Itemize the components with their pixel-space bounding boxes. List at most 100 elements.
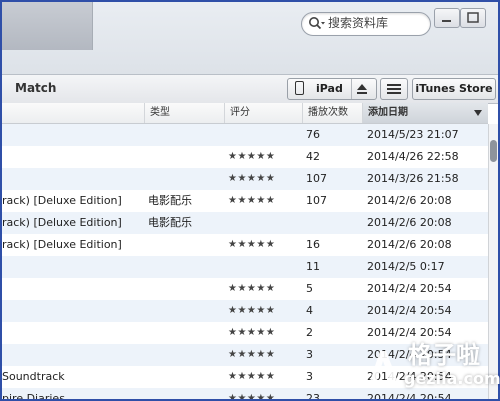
song-date-added: 2014/2/6 20:08	[367, 216, 452, 229]
song-genre	[148, 256, 222, 278]
watermark-text-zh: 格子啦	[408, 341, 480, 369]
table-row[interactable]: ★★★★★ 5 2014/2/4 20:54	[2, 278, 488, 300]
table-row[interactable]: 11 2014/2/5 0:17	[2, 256, 488, 278]
column-header-genre[interactable]: 类型	[144, 103, 224, 123]
song-genre	[148, 300, 222, 322]
song-title	[2, 344, 142, 366]
song-rating[interactable]: ★★★★★	[228, 344, 300, 366]
song-rating[interactable]	[228, 256, 300, 278]
search-input[interactable]	[328, 15, 424, 31]
song-genre	[148, 388, 222, 399]
ipad-device-icon	[295, 81, 304, 95]
device-label: iPad	[316, 82, 343, 95]
song-play-count: 5	[306, 282, 313, 295]
view-options-button[interactable]	[380, 78, 408, 100]
song-date-added: 2014/2/5 0:17	[367, 260, 445, 273]
song-title: rack) [Deluxe Edition]	[2, 216, 122, 229]
song-genre	[148, 124, 222, 146]
table-row[interactable]: ★★★★★ 4 2014/2/4 20:54	[2, 300, 488, 322]
song-rating[interactable]	[228, 212, 300, 234]
table-row[interactable]: ★★★★★ 42 2014/4/26 22:58	[2, 146, 488, 168]
song-date-added: 2014/5/23 21:07	[367, 128, 459, 141]
song-rating[interactable]: ★★★★★	[228, 278, 300, 300]
minimize-button[interactable]	[434, 8, 460, 28]
song-play-count	[306, 212, 360, 234]
table-row[interactable]: rack) [Deluxe Edition] 电影配乐 2014/2/6 20:08	[2, 212, 488, 234]
menu-icon	[387, 84, 401, 86]
itunes-store-button[interactable]: iTunes Store	[412, 78, 496, 100]
library-search-box[interactable]	[301, 12, 431, 36]
song-rating[interactable]: ★★★★★	[228, 234, 300, 256]
song-date-added: 2014/2/4 20:54	[367, 282, 452, 295]
song-play-count: 2	[306, 326, 313, 339]
song-title: rack) [Deluxe Edition]	[2, 194, 122, 207]
song-play-count: 3	[306, 348, 313, 361]
song-play-count: 42	[306, 150, 320, 163]
song-title	[2, 322, 142, 344]
song-genre	[148, 366, 222, 388]
song-genre	[148, 146, 222, 168]
song-genre: 电影配乐	[148, 194, 192, 207]
song-play-count: 4	[306, 304, 313, 317]
song-rating[interactable]: ★★★★★	[228, 168, 300, 190]
library-toolbar: Match iPad iTunes Store	[2, 75, 498, 104]
column-header-title[interactable]	[2, 103, 144, 123]
song-genre	[148, 344, 222, 366]
song-play-count: 107	[306, 172, 327, 185]
table-row[interactable]: 76 2014/5/23 21:07	[2, 124, 488, 146]
minimize-icon	[442, 20, 451, 22]
song-rating[interactable]: ★★★★★	[228, 146, 300, 168]
column-header-rating[interactable]: 评分	[224, 103, 302, 123]
device-button[interactable]: iPad	[287, 78, 377, 100]
maximize-icon	[467, 12, 479, 23]
song-title	[2, 300, 142, 322]
song-title: rack) [Deluxe Edition]	[2, 238, 122, 251]
sort-descending-icon	[474, 110, 482, 116]
song-title	[2, 256, 142, 278]
column-header-plays[interactable]: 播放次数	[302, 103, 362, 123]
search-icon	[309, 17, 325, 30]
song-date-added: 2014/4/26 22:58	[367, 150, 459, 163]
table-header: 类型 评分 播放次数 添加日期	[2, 103, 488, 124]
song-play-count: 16	[306, 238, 320, 251]
watermark: 格子啦 gezila.com	[360, 335, 500, 401]
song-genre	[148, 322, 222, 344]
table-row[interactable]: rack) [Deluxe Edition] 电影配乐 ★★★★★ 107 2014/2…	[2, 190, 488, 212]
song-rating[interactable]	[228, 124, 300, 146]
song-genre	[148, 234, 222, 256]
watermark-logo-icon	[368, 351, 400, 387]
song-title	[2, 124, 142, 146]
song-title	[2, 168, 142, 190]
song-title: pire Diaries	[2, 392, 65, 399]
scrollbar-thumb[interactable]	[490, 140, 497, 162]
song-rating[interactable]: ★★★★★	[228, 300, 300, 322]
song-title	[2, 278, 142, 300]
song-play-count: 3	[306, 370, 313, 383]
song-play-count: 23	[306, 392, 320, 399]
song-rating[interactable]: ★★★★★	[228, 322, 300, 344]
song-play-count: 76	[306, 128, 320, 141]
maximize-button[interactable]	[460, 8, 486, 28]
watermark-text-en: gezila.com	[404, 369, 500, 388]
tab-match[interactable]: Match	[15, 81, 56, 95]
song-date-added: 2014/2/6 20:08	[367, 194, 452, 207]
song-play-count: 107	[306, 194, 327, 207]
song-rating[interactable]: ★★★★★	[228, 388, 300, 399]
song-title: Soundtrack	[2, 370, 65, 383]
table-row[interactable]: ★★★★★ 107 2014/3/26 21:58	[2, 168, 488, 190]
song-genre	[148, 168, 222, 190]
song-date-added: 2014/3/26 21:58	[367, 172, 459, 185]
song-rating[interactable]: ★★★★★	[228, 366, 300, 388]
song-rating[interactable]: ★★★★★	[228, 190, 300, 212]
eject-icon[interactable]	[351, 79, 372, 99]
table-row[interactable]: rack) [Deluxe Edition] ★★★★★ 16 2014/2/6 20…	[2, 234, 488, 256]
column-header-date-added[interactable]: 添加日期	[362, 103, 488, 123]
song-date-added: 2014/2/4 20:54	[367, 304, 452, 317]
top-bar	[2, 2, 498, 75]
song-genre	[148, 278, 222, 300]
song-play-count: 11	[306, 260, 320, 273]
player-controls-area	[2, 2, 93, 50]
song-genre: 电影配乐	[148, 216, 192, 229]
date-added-label: 添加日期	[368, 107, 408, 118]
song-title	[2, 146, 142, 168]
